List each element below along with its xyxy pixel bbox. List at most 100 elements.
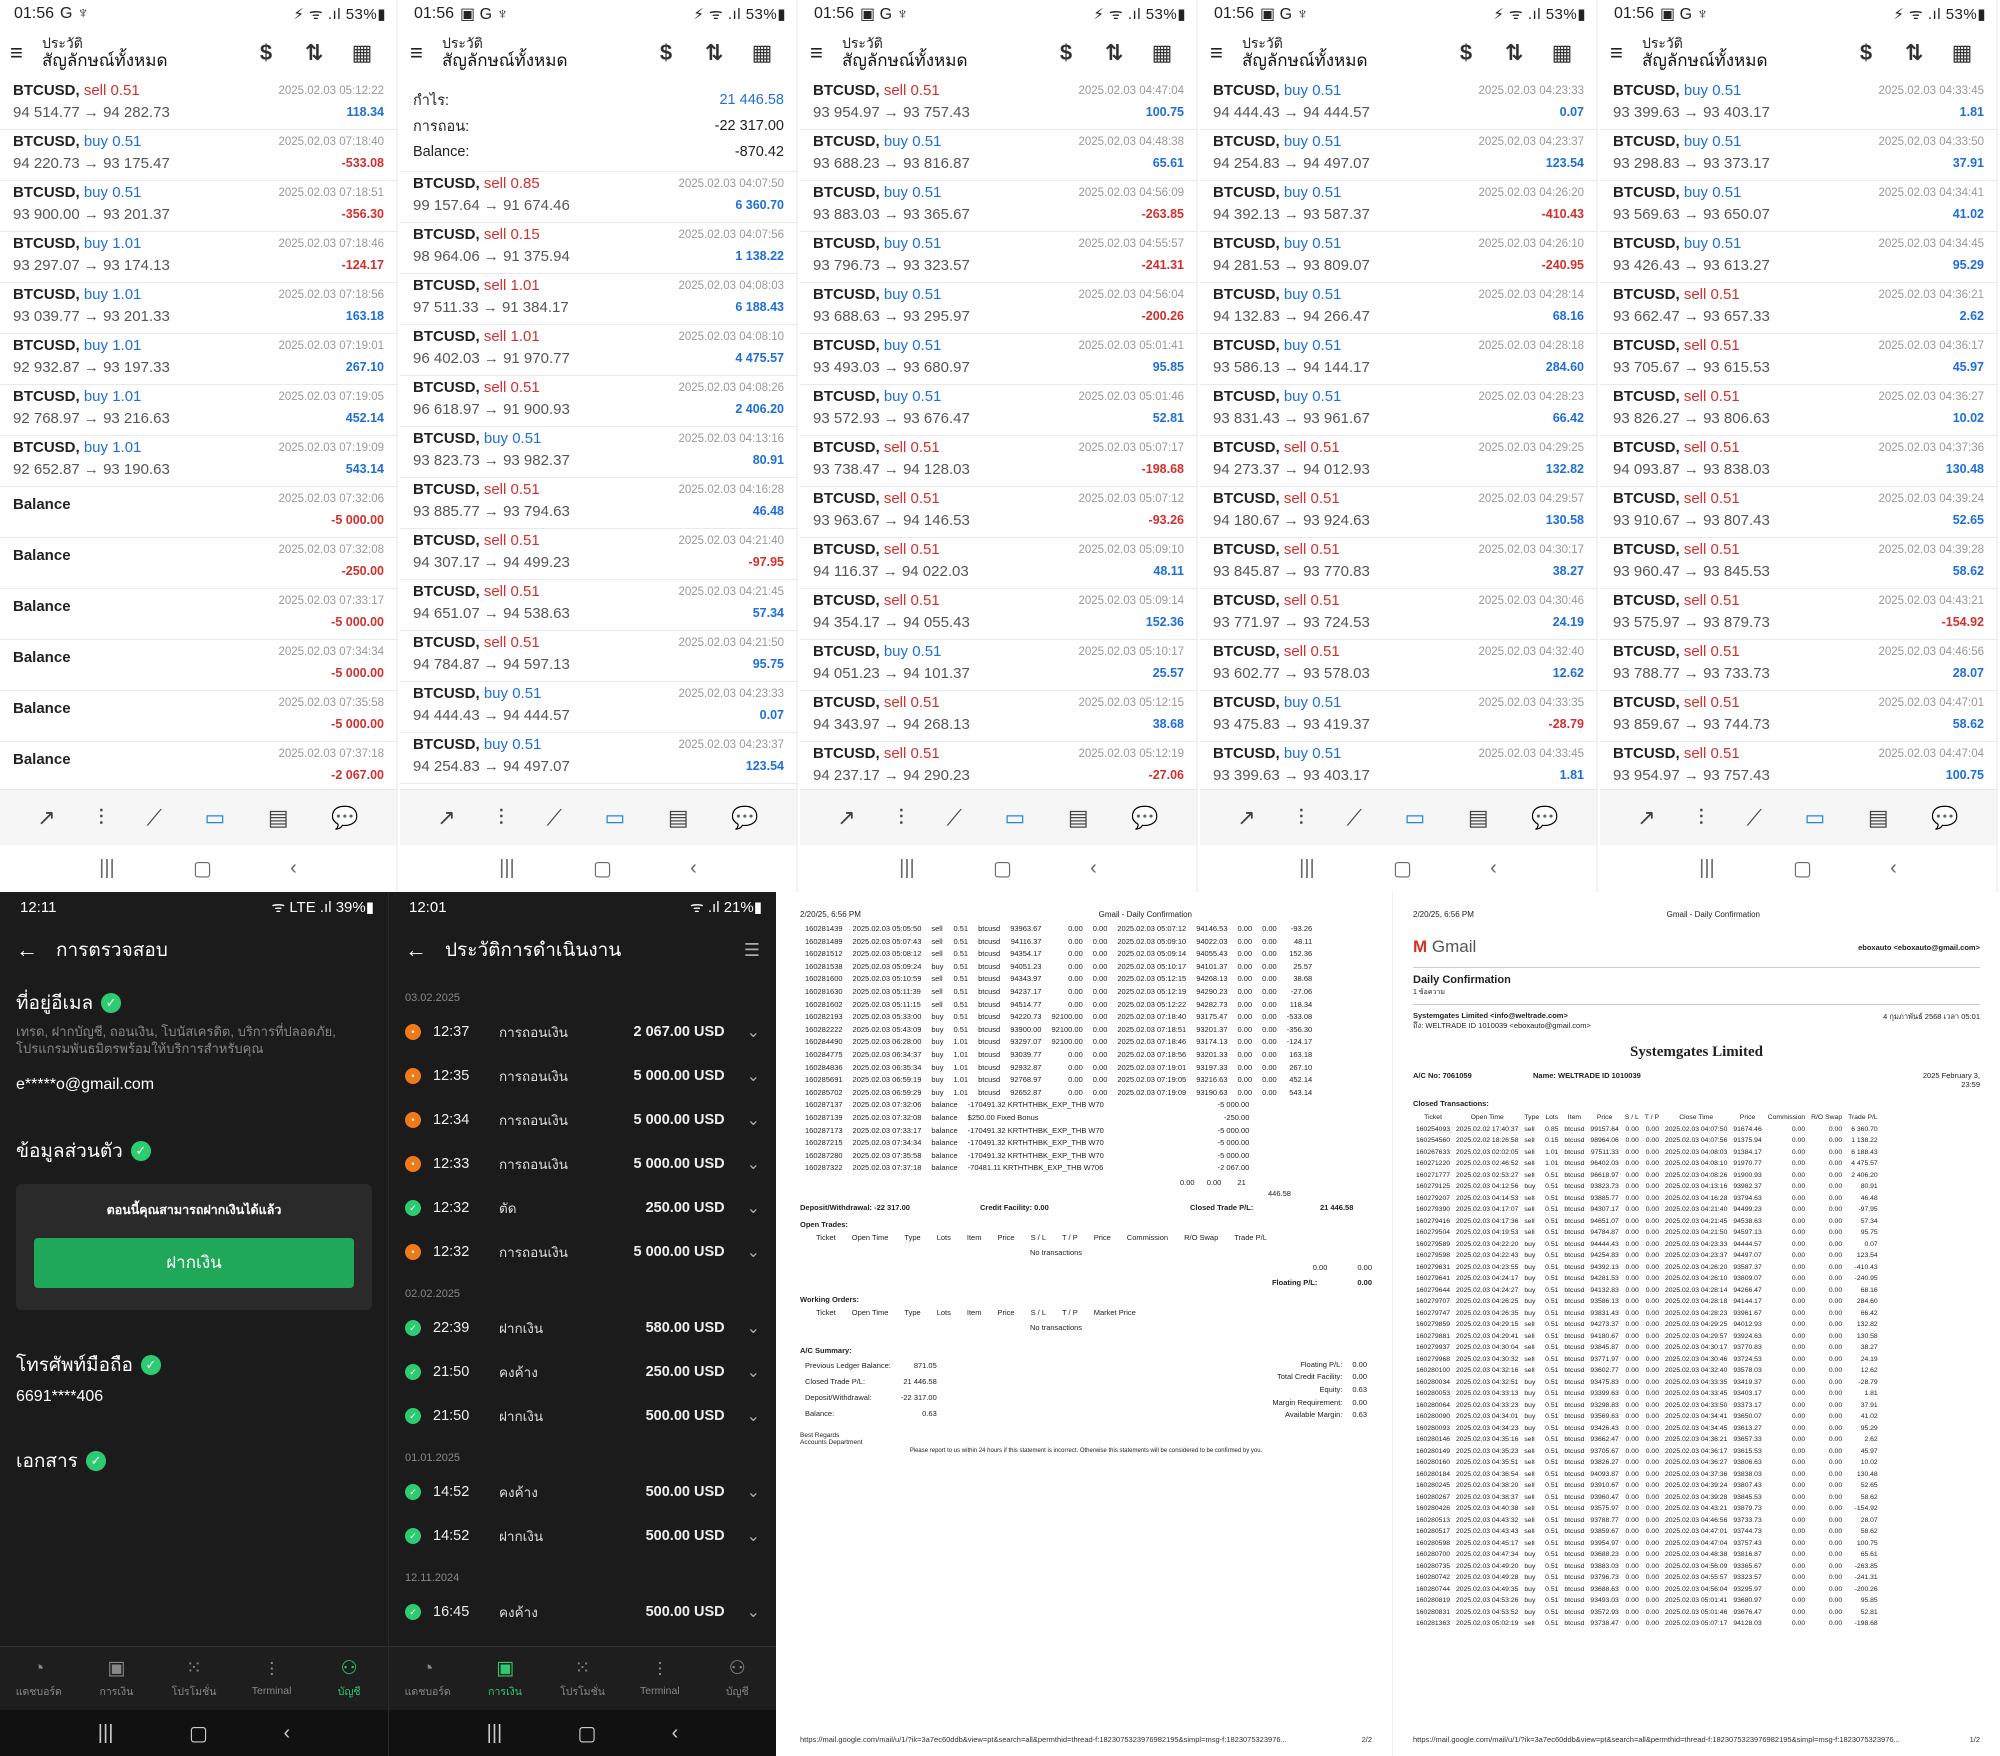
home-icon[interactable]: ▢ [577, 1721, 596, 1746]
recents-icon[interactable]: ||| [487, 1722, 503, 1745]
chevron-down-icon[interactable]: ⌄ [747, 1482, 760, 1502]
history-inbox-icon[interactable]: ▭ [604, 805, 625, 831]
deal-row[interactable]: BTCUSD, sell 0.51 94 343.97 → 94 268.13 20… [800, 691, 1196, 742]
deal-row[interactable]: BTCUSD, buy 0.51 94 220.73 → 93 175.47 202… [0, 130, 396, 181]
deal-row[interactable]: BTCUSD, buy 1.01 92 652.87 → 93 190.63 202… [0, 436, 396, 487]
home-icon[interactable]: ▢ [193, 856, 212, 881]
deal-row[interactable]: BTCUSD, sell 1.01 96 402.03 → 91 970.77 20… [400, 325, 796, 376]
deal-row[interactable]: BTCUSD, sell 0.15 98 964.06 → 91 375.94 20… [400, 223, 796, 274]
deal-row[interactable]: BTCUSD, buy 0.51 93 426.43 → 93 613.27 202… [1600, 232, 1996, 283]
deal-row[interactable]: BTCUSD, buy 0.51 93 475.83 → 93 419.37 202… [1200, 691, 1596, 742]
history-inbox-icon[interactable]: ▭ [204, 805, 225, 831]
deal-row[interactable]: BTCUSD, buy 0.51 93 493.03 → 93 680.97 202… [800, 334, 1196, 385]
deal-row[interactable]: BTCUSD, sell 0.51 93 963.67 → 94 146.53 20… [800, 487, 1196, 538]
deal-row[interactable]: BTCUSD, sell 0.51 94 273.37 → 94 012.93 20… [1200, 436, 1596, 487]
chevron-down-icon[interactable]: ⌄ [747, 1022, 760, 1042]
chart-candles-icon[interactable]: ⫶ [1698, 805, 1704, 831]
chevron-down-icon[interactable]: ⌄ [747, 1526, 760, 1546]
sort-icon[interactable]: ⇅ [1490, 40, 1538, 66]
home-icon[interactable]: ▢ [993, 856, 1012, 881]
history-row[interactable]: ✓ 21:50 คงค้าง 250.00 USD ⌄ [389, 1350, 776, 1394]
tab-0[interactable]: ◔ แดชบอร์ด [8, 1658, 70, 1700]
chart-candles-icon[interactable]: ⫶ [898, 805, 904, 831]
deal-row[interactable]: BTCUSD, sell 0.51 94 180.67 → 93 924.63 20… [1200, 487, 1596, 538]
chevron-down-icon[interactable]: ⌄ [747, 1242, 760, 1262]
history-row[interactable]: • 12:32 การถอนเงิน 5 000.00 USD ⌄ [389, 1230, 776, 1274]
tab-3[interactable]: ⫶ Terminal [241, 1660, 303, 1697]
deal-row[interactable]: BTCUSD, sell 0.51 93 788.77 → 93 733.73 20… [1600, 640, 1996, 691]
deal-row[interactable]: BTCUSD, buy 0.51 93 688.23 → 93 816.87 202… [800, 130, 1196, 181]
deal-row[interactable]: BTCUSD, sell 0.51 93 662.47 → 93 657.33 20… [1600, 283, 1996, 334]
recents-icon[interactable]: ||| [899, 857, 915, 880]
chat-icon[interactable]: 💬 [731, 805, 758, 831]
chevron-down-icon[interactable]: ⌄ [747, 1198, 760, 1218]
chart-candles-icon[interactable]: ⫶ [498, 805, 504, 831]
calendar-icon[interactable]: ▦ [1538, 40, 1586, 66]
back-icon[interactable]: ‹ [1490, 857, 1497, 880]
tab-2[interactable]: ⁙ โปรโมชั่น [163, 1657, 225, 1700]
recents-icon[interactable]: ||| [99, 857, 115, 880]
history-row[interactable]: ✓ 22:39 ฝากเงิน 580.00 USD ⌄ [389, 1306, 776, 1350]
deal-row[interactable]: BTCUSD, sell 1.01 97 511.33 → 91 384.17 20… [400, 274, 796, 325]
personal-info-section[interactable]: ข้อมูลส่วนตัว ✓ [0, 1126, 388, 1166]
trade-icon[interactable]: ↗ [37, 805, 55, 831]
deal-row[interactable]: BTCUSD, sell 0.51 93 885.77 → 93 794.63 20… [400, 478, 796, 529]
back-arrow-icon[interactable]: ← [16, 937, 38, 963]
deal-row[interactable]: BTCUSD, buy 0.51 93 900.00 → 93 201.37 202… [0, 181, 396, 232]
deal-row[interactable]: BTCUSD, buy 1.01 92 768.97 → 93 216.63 202… [0, 385, 396, 436]
deal-row[interactable]: BTCUSD, buy 0.51 93 399.63 → 93 403.17 202… [1600, 79, 1996, 130]
history-row[interactable]: • 12:37 การถอนเงิน 2 067.00 USD ⌄ [389, 1010, 776, 1054]
deal-row[interactable]: BTCUSD, sell 0.51 93 954.97 → 93 757.43 20… [1600, 742, 1996, 789]
deal-row[interactable]: BTCUSD, buy 0.51 93 399.63 → 93 403.17 202… [1200, 742, 1596, 789]
back-icon[interactable]: ‹ [290, 857, 297, 880]
chat-icon[interactable]: 💬 [1131, 805, 1158, 831]
trend-icon[interactable]: ⟋ [1746, 805, 1761, 831]
deal-row[interactable]: BTCUSD, sell 0.51 93 771.97 → 93 724.53 20… [1200, 589, 1596, 640]
sort-icon[interactable]: ⇅ [290, 40, 338, 66]
back-icon[interactable]: ‹ [672, 1722, 679, 1745]
tab-1[interactable]: ▣ การเงิน [474, 1657, 536, 1700]
deal-row[interactable]: BTCUSD, buy 0.51 94 281.53 → 93 809.07 202… [1200, 232, 1596, 283]
back-icon[interactable]: ‹ [690, 857, 697, 880]
chevron-down-icon[interactable]: ⌄ [747, 1362, 760, 1382]
history-row[interactable]: • 12:35 การถอนเงิน 5 000.00 USD ⌄ [389, 1054, 776, 1098]
back-arrow-icon[interactable]: ← [405, 937, 427, 963]
history-inbox-icon[interactable]: ▭ [1804, 805, 1825, 831]
deal-row[interactable]: BTCUSD, sell 0.85 99 157.64 → 91 674.46 20… [400, 172, 796, 223]
journal-icon[interactable]: ▤ [1868, 805, 1889, 831]
deal-row[interactable]: BTCUSD, sell 0.51 93 738.47 → 94 128.03 20… [800, 436, 1196, 487]
deal-row[interactable]: BTCUSD, sell 0.51 94 237.17 → 94 290.23 20… [800, 742, 1196, 789]
deal-row[interactable]: Balance 2025.02.03 07:37:18 -2 067.00 [0, 742, 396, 789]
deal-row[interactable]: BTCUSD, sell 0.51 93 705.67 → 93 615.53 20… [1600, 334, 1996, 385]
history-row[interactable]: ✓ 12:32 ตัด 250.00 USD ⌄ [389, 1186, 776, 1230]
tab-0[interactable]: ◔ แดชบอร์ด [397, 1658, 459, 1700]
deal-row[interactable]: Balance 2025.02.03 07:33:17 -5 000.00 [0, 589, 396, 640]
deal-row[interactable]: BTCUSD, sell 0.51 93 960.47 → 93 845.53 20… [1600, 538, 1996, 589]
chart-candles-icon[interactable]: ⫶ [98, 805, 104, 831]
deal-row[interactable]: BTCUSD, sell 0.51 94 514.77 → 94 282.73 20… [0, 79, 396, 130]
deal-row[interactable]: Balance 2025.02.03 07:35:58 -5 000.00 [0, 691, 396, 742]
phone-section[interactable]: โทรศัพท์มือถือ ✓ 6691****406 [0, 1340, 388, 1406]
trade-icon[interactable]: ↗ [837, 805, 855, 831]
deal-row[interactable]: BTCUSD, buy 0.51 93 298.83 → 93 373.17 202… [1600, 130, 1996, 181]
deal-row[interactable]: BTCUSD, buy 0.51 93 831.43 → 93 961.67 202… [1200, 385, 1596, 436]
home-icon[interactable]: ▢ [1793, 856, 1812, 881]
history-inbox-icon[interactable]: ▭ [1404, 805, 1425, 831]
history-row[interactable]: • 12:34 การถอนเงิน 5 000.00 USD ⌄ [389, 1098, 776, 1142]
journal-icon[interactable]: ▤ [668, 805, 689, 831]
tab-2[interactable]: ⁙ โปรโมชั่น [551, 1657, 613, 1700]
deal-row[interactable]: BTCUSD, buy 0.51 94 444.43 → 94 444.57 202… [400, 682, 796, 733]
dollar-filter-icon[interactable]: $ [1442, 40, 1490, 66]
recents-icon[interactable]: ||| [499, 857, 515, 880]
menu-icon[interactable]: ≡ [810, 42, 832, 64]
trend-icon[interactable]: ⟋ [546, 805, 561, 831]
deal-row[interactable]: BTCUSD, sell 0.51 94 307.17 → 94 499.23 20… [400, 529, 796, 580]
menu-icon[interactable]: ≡ [410, 42, 432, 64]
calendar-icon[interactable]: ▦ [738, 40, 786, 66]
sort-icon[interactable]: ⇅ [690, 40, 738, 66]
chat-icon[interactable]: 💬 [1531, 805, 1558, 831]
deal-row[interactable]: BTCUSD, buy 0.51 93 572.93 → 93 676.47 202… [800, 385, 1196, 436]
dollar-filter-icon[interactable]: $ [1042, 40, 1090, 66]
trend-icon[interactable]: ⟋ [146, 805, 161, 831]
history-row[interactable]: ✓ 16:45 คงค้าง 500.00 USD ⌄ [389, 1590, 776, 1634]
